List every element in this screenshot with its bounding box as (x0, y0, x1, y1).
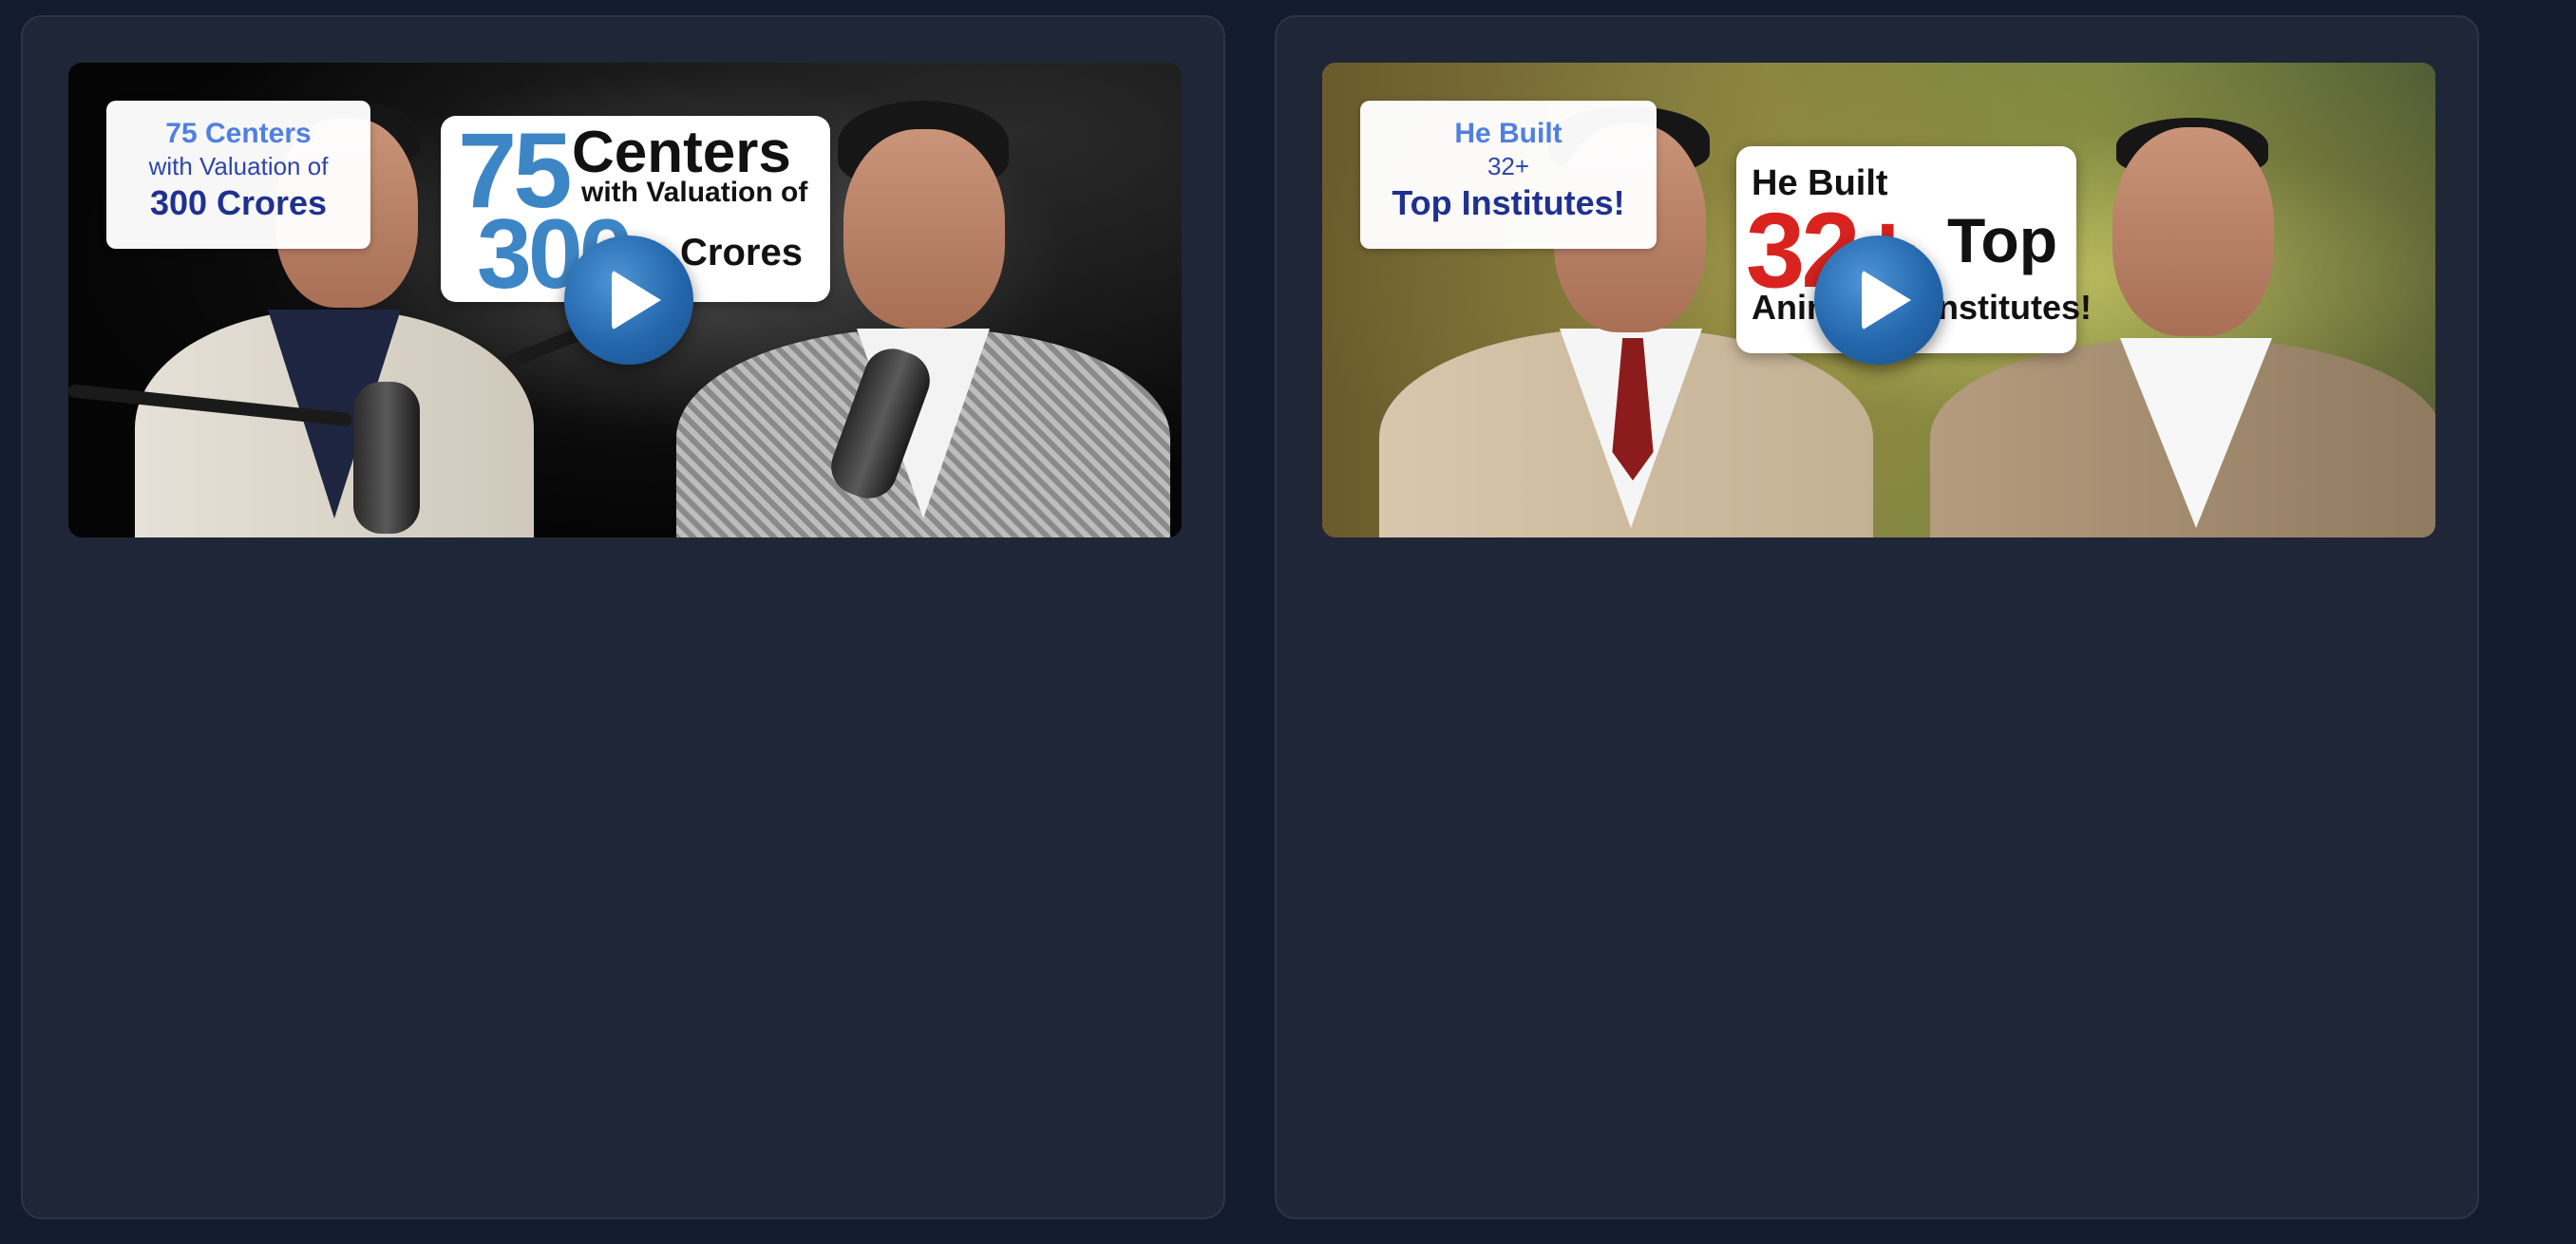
label-line-2: with Valuation of (148, 151, 329, 180)
thumbnail-word: Centers (572, 120, 791, 185)
thumbnail-word-2: Crores (680, 232, 803, 273)
play-icon (612, 270, 661, 330)
video-label: 75 Centers with Valuation of 300 Crores (106, 101, 370, 249)
play-button[interactable] (564, 236, 693, 365)
label-line-2: 32+ (1487, 151, 1530, 180)
video-thumbnail[interactable]: 75 Centers with Valuation of 300 Crores … (68, 63, 1182, 537)
microphone-left (353, 382, 420, 534)
label-line-1: 75 Centers (165, 118, 312, 149)
video-card: He Built 32+ Top Animation Institutes! H… (1275, 15, 2479, 1219)
video-thumbnail[interactable]: He Built 32+ Top Animation Institutes! H… (1322, 63, 2435, 537)
play-icon (1862, 270, 1911, 330)
thumbnail-word: Top (1947, 205, 2058, 275)
page: 75 Centers with Valuation of 300 Crores … (0, 0, 2576, 1244)
label-line-3: 300 Crores (149, 183, 328, 223)
play-button[interactable] (1814, 236, 1943, 365)
video-card: 75 Centers with Valuation of 300 Crores … (21, 15, 1225, 1219)
video-label: He Built 32+ Top Institutes! (1360, 101, 1657, 249)
label-line-1: He Built (1454, 118, 1563, 149)
label-line-3: Top Institutes! (1392, 183, 1625, 223)
